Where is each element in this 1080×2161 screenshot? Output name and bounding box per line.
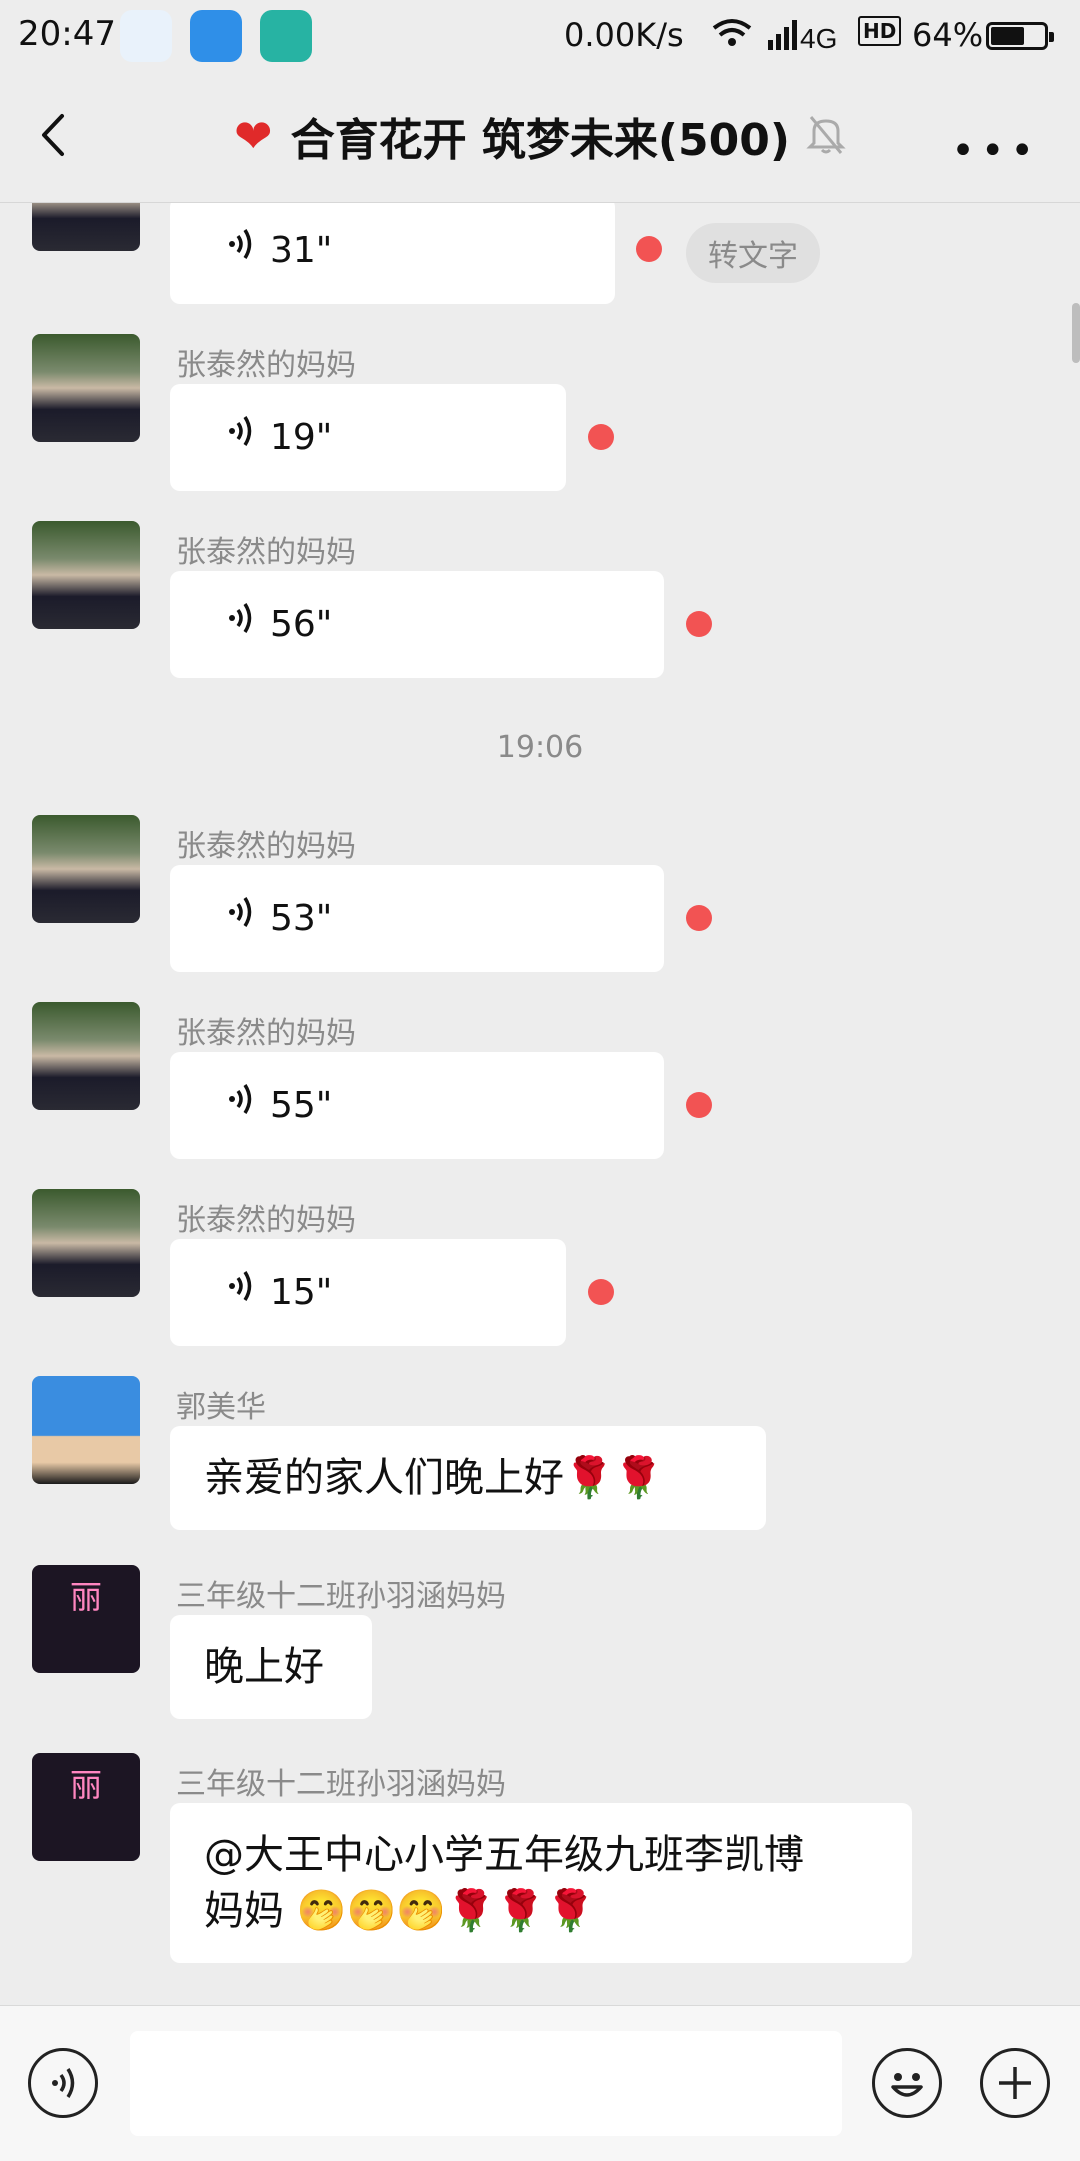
hd-icon: HD — [858, 16, 902, 46]
sender-name: 张泰然的妈妈 — [176, 1203, 356, 1238]
voice-duration: 15" — [270, 1272, 333, 1313]
avatar[interactable]: 丽 — [32, 1753, 140, 1861]
convert-to-text-button[interactable]: 转文字 — [686, 223, 820, 283]
sender-name: 张泰然的妈妈 — [176, 829, 356, 864]
avatar[interactable] — [32, 203, 140, 251]
voice-duration: 19" — [270, 417, 333, 458]
voice-icon — [220, 573, 260, 680]
voice-icon — [52, 2068, 75, 2098]
avatar[interactable] — [32, 1376, 140, 1484]
voice-input-button[interactable] — [28, 2048, 98, 2118]
battery-text: 64% — [912, 16, 984, 54]
sender-name: 三年级十二班孙羽涵妈妈 — [176, 1579, 506, 1614]
avatar[interactable] — [32, 1002, 140, 1110]
voice-icon — [220, 203, 260, 306]
avatar[interactable] — [32, 521, 140, 629]
unread-dot — [588, 1279, 614, 1305]
unread-dot — [686, 1092, 712, 1118]
voice-duration: 31" — [270, 230, 333, 271]
emoji-button[interactable] — [872, 2048, 942, 2118]
browser-app-icon — [120, 10, 172, 62]
sender-name: 张泰然的妈妈 — [176, 348, 356, 383]
text-bubble[interactable]: 晚上好 — [170, 1615, 372, 1719]
unread-dot — [636, 236, 662, 262]
plus-icon — [999, 2067, 1031, 2099]
avatar[interactable] — [32, 815, 140, 923]
text-bubble[interactable]: @大王中心小学五年级九班李凯博 妈妈 🤭🤭🤭🌹🌹🌹 — [170, 1803, 912, 1963]
voice-duration: 55" — [270, 1085, 333, 1126]
input-bar — [0, 2005, 1080, 2161]
voice-icon — [220, 1241, 260, 1348]
voice-bubble[interactable]: 55" — [170, 1052, 664, 1159]
avatar[interactable]: 丽 — [32, 1565, 140, 1673]
sender-name: 张泰然的妈妈 — [176, 1016, 356, 1051]
avatar[interactable] — [32, 334, 140, 442]
sender-name: 三年级十二班孙羽涵妈妈 — [176, 1767, 506, 1802]
avatar[interactable] — [32, 1189, 140, 1297]
svg-text:4G: 4G — [800, 23, 837, 54]
chat-area[interactable]: 31" 转文字 张泰然的妈妈 19" 张泰然的妈妈 56" 19:06 张泰然的… — [0, 203, 1080, 2005]
sender-name: 郭美华 — [176, 1390, 266, 1425]
message-text-line: 妈妈 🤭🤭🤭🌹🌹🌹 — [204, 1888, 596, 1934]
chat-title: 合育花开 筑梦未来(500) — [290, 115, 790, 166]
status-bar: 20:47 0.00K/s 4G HD 64% — [0, 0, 1080, 72]
voice-duration: 53" — [270, 898, 333, 939]
text-bubble[interactable]: 亲爱的家人们晚上好🌹🌹 — [170, 1426, 766, 1530]
message-text: 亲爱的家人们晚上好🌹🌹 — [204, 1455, 664, 1501]
voice-bubble[interactable]: 56" — [170, 571, 664, 678]
weather-app-icon — [190, 10, 242, 62]
voice-bubble[interactable]: 19" — [170, 384, 566, 491]
heart-icon: ❤ — [234, 109, 273, 163]
smiley-icon — [891, 2073, 923, 2097]
net-speed: 0.00K/s — [564, 16, 684, 54]
voice-bubble[interactable]: 53" — [170, 865, 664, 972]
signal-icon: 4G — [710, 14, 860, 62]
status-time: 20:47 — [18, 14, 116, 54]
unread-dot — [588, 424, 614, 450]
voice-bubble[interactable]: 31" — [170, 203, 615, 304]
message-text-line: @大王中心小学五年级九班李凯博 — [204, 1832, 804, 1878]
voice-bubble[interactable]: 15" — [170, 1239, 566, 1346]
mute-bell-icon — [806, 113, 846, 159]
voice-icon — [220, 1054, 260, 1161]
unread-dot — [686, 611, 712, 637]
voice-icon — [220, 867, 260, 974]
voice-duration: 56" — [270, 604, 333, 645]
voice-icon — [220, 386, 260, 493]
scrollbar[interactable] — [1072, 303, 1080, 363]
unread-dot — [686, 905, 712, 931]
battery-icon — [986, 22, 1054, 50]
nav-bar: ❤ 合育花开 筑梦未来(500) ••• — [0, 72, 1080, 203]
more-button[interactable]: ••• — [951, 128, 1040, 174]
sender-name: 张泰然的妈妈 — [176, 535, 356, 570]
timestamp: 19:06 — [496, 730, 584, 765]
message-input[interactable] — [130, 2031, 842, 2136]
add-button[interactable] — [980, 2048, 1050, 2118]
scanner-app-icon — [260, 10, 312, 62]
message-text: 晚上好 — [204, 1644, 324, 1690]
